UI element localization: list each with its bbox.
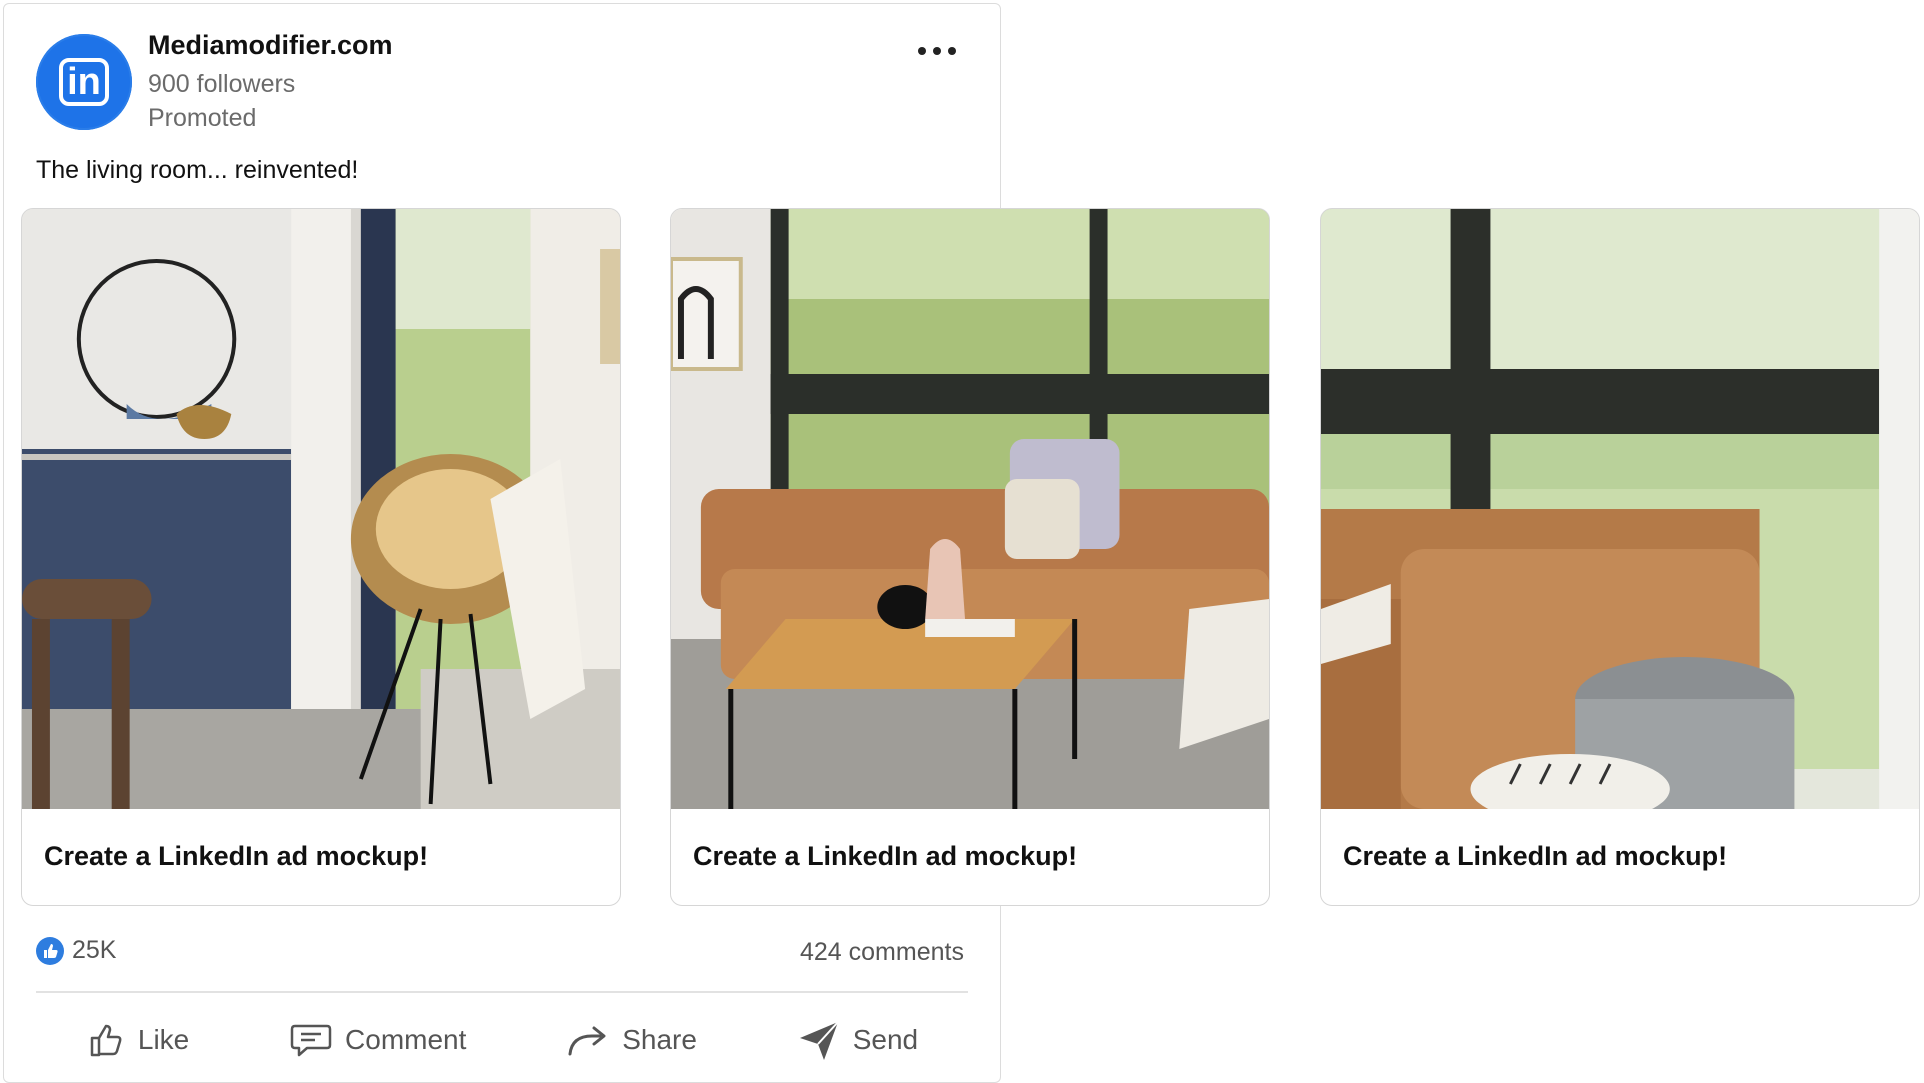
- like-button[interactable]: Like: [86, 1020, 189, 1060]
- promoted-label: Promoted: [148, 104, 257, 132]
- send-label: Send: [852, 1024, 919, 1055]
- author-name[interactable]: Mediamodifier.com: [148, 30, 393, 61]
- living-room-rattan-chair-photo[interactable]: [22, 209, 620, 809]
- carousel-cta-title[interactable]: Create a LinkedIn ad mockup!: [693, 841, 1077, 872]
- divider: [36, 991, 968, 993]
- leather-sofa-coffee-table-photo[interactable]: [671, 209, 1269, 809]
- comment-button[interactable]: Comment: [289, 1020, 466, 1060]
- more-options-icon[interactable]: [918, 36, 968, 66]
- send-icon: [797, 1018, 841, 1062]
- share-arrow-icon: [566, 1020, 610, 1060]
- reaction-count: 25K: [72, 936, 117, 964]
- like-label: Like: [137, 1024, 190, 1055]
- carousel-card-3[interactable]: Create a LinkedIn ad mockup!: [1320, 208, 1920, 906]
- linkedin-logo-icon: in: [59, 58, 109, 106]
- leather-sofa-pouf-window-photo[interactable]: [1321, 209, 1919, 809]
- action-bar: Like Comment Share Send: [36, 1010, 968, 1070]
- reaction-summary[interactable]: 25K: [36, 936, 116, 965]
- send-button[interactable]: Send: [797, 1018, 918, 1062]
- follower-count: 900 followers: [148, 70, 296, 98]
- share-button[interactable]: Share: [566, 1020, 697, 1060]
- carousel-card-1[interactable]: Create a LinkedIn ad mockup!: [21, 208, 621, 906]
- post-caption: The living room... reinvented!: [36, 156, 359, 184]
- carousel-card-2[interactable]: Create a LinkedIn ad mockup!: [670, 208, 1270, 906]
- comment-icon: [289, 1020, 333, 1060]
- like-reaction-icon: [36, 936, 64, 965]
- comment-count[interactable]: 424 comments: [800, 938, 964, 967]
- thumbs-up-icon: [86, 1020, 126, 1060]
- carousel-cta-title[interactable]: Create a LinkedIn ad mockup!: [44, 841, 428, 872]
- share-label: Share: [622, 1024, 697, 1055]
- company-logo[interactable]: in: [36, 34, 132, 130]
- carousel-cta-title[interactable]: Create a LinkedIn ad mockup!: [1343, 841, 1727, 872]
- comment-label: Comment: [345, 1024, 467, 1055]
